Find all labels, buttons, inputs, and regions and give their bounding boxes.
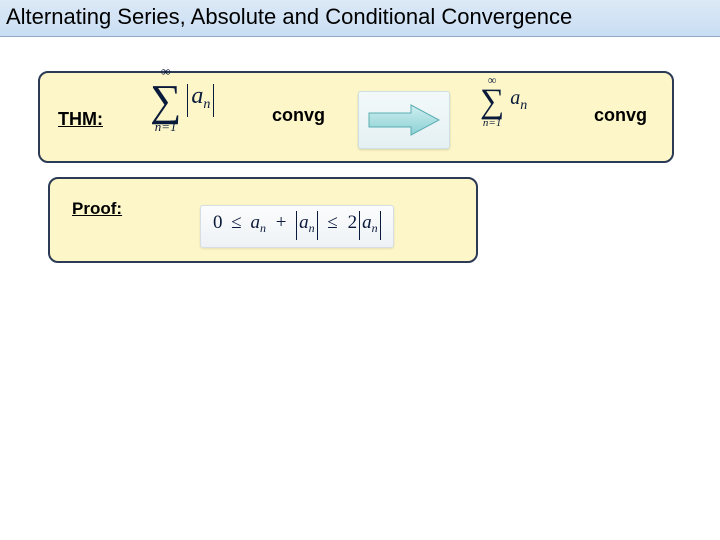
sum1-upper: ∞: [161, 65, 171, 81]
an-var: a: [250, 212, 260, 233]
sigma-block-1: ∞ ∑ n=1: [150, 79, 181, 123]
proof-inequality: 0 ≤ an + an ≤ 2an: [200, 205, 394, 248]
plus: +: [276, 212, 287, 233]
an3-sub: n: [372, 221, 378, 235]
abs-bars-1: an: [187, 84, 214, 117]
sigma-icon-2: ∑: [480, 85, 504, 119]
page-title: Alternating Series, Absolute and Conditi…: [6, 4, 714, 30]
an-sub: n: [260, 221, 266, 235]
zero: 0: [213, 212, 223, 233]
sum1-lower: n=1: [155, 119, 177, 135]
an2-var: a: [299, 212, 309, 233]
sum1-sub: n: [203, 97, 210, 112]
theorem-box: THM: ∞ ∑ n=1 an convg: [38, 71, 674, 163]
an3-var: a: [362, 212, 372, 233]
slide-body: THM: ∞ ∑ n=1 an convg: [0, 37, 720, 540]
sum-an: ∞ ∑ n=1 an: [480, 85, 570, 151]
title-bar: Alternating Series, Absolute and Conditi…: [0, 0, 720, 37]
sum2-var: a: [510, 87, 520, 109]
thm-label: THM:: [58, 109, 103, 130]
sum1-term: an: [187, 83, 214, 109]
implies-arrow: [358, 91, 450, 149]
sum2-upper: ∞: [488, 73, 497, 88]
sum2-term: an: [510, 87, 527, 109]
sum-abs-an: ∞ ∑ n=1 an: [150, 79, 250, 157]
le-1: ≤: [231, 212, 241, 233]
two: 2: [348, 212, 358, 233]
proof-label: Proof:: [72, 199, 122, 219]
abs-bars-3: an: [359, 211, 381, 240]
an2-sub: n: [309, 221, 315, 235]
sigma-icon: ∑: [150, 79, 181, 123]
proof-box: Proof: 0 ≤ an + an ≤ 2an: [48, 177, 478, 263]
convg-label-2: convg: [594, 105, 647, 126]
sum2-sub: n: [520, 98, 527, 113]
sigma-block-2: ∞ ∑ n=1: [480, 85, 504, 119]
sum1-var: a: [191, 83, 203, 109]
convg-label-1: convg: [272, 105, 325, 126]
abs-bars-2: an: [296, 211, 318, 240]
arrow-right-icon: [367, 103, 441, 137]
le-2: ≤: [327, 212, 337, 233]
sum2-lower: n=1: [483, 117, 501, 129]
